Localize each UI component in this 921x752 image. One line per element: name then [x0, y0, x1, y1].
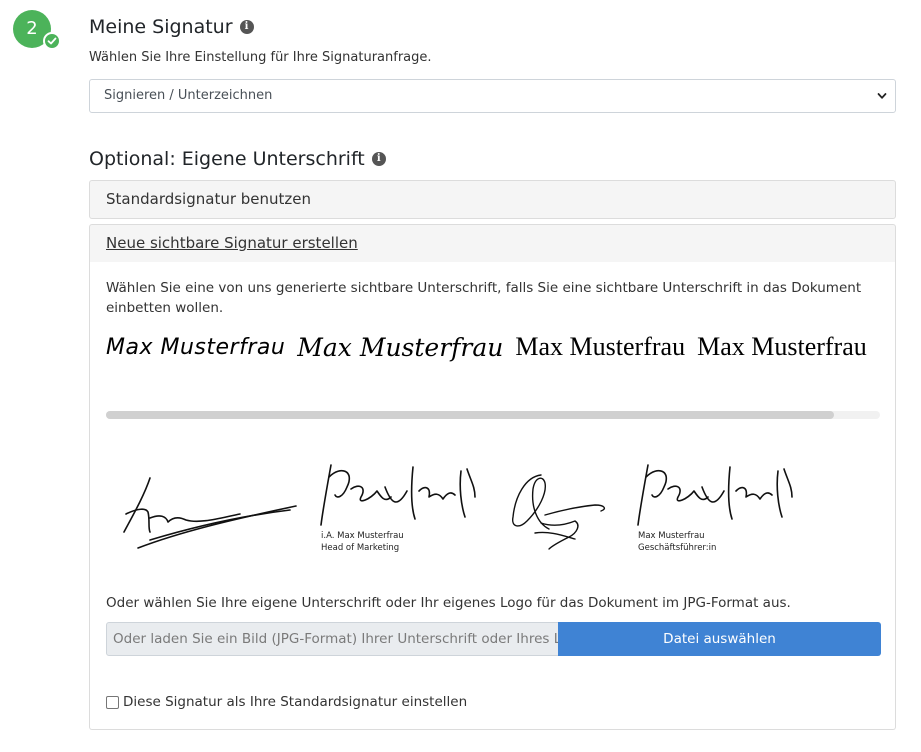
- check-icon: [43, 32, 61, 50]
- signature-mode-select[interactable]: Signieren / Unterzeichnen: [89, 79, 896, 113]
- upload-instruction: Oder wählen Sie Ihre eigene Unterschrift…: [106, 595, 791, 611]
- choose-file-button[interactable]: Datei auswählen: [558, 622, 881, 656]
- generated-signature-option[interactable]: Max Musterfrau: [515, 332, 685, 362]
- standard-signature-panel[interactable]: Standardsignatur benutzen: [89, 180, 896, 219]
- optional-signature-heading: Optional: Eigene Unterschrift i: [89, 148, 386, 170]
- handwritten-signature-option[interactable]: [120, 462, 300, 562]
- new-signature-label: Neue sichtbare Signatur erstellen: [106, 234, 358, 252]
- chevron-down-icon: [877, 93, 887, 99]
- info-icon[interactable]: i: [371, 152, 386, 166]
- my-signature-subtitle: Wählen Sie Ihre Einstellung für Ihre Sig…: [89, 50, 432, 65]
- signature-mode-value: Signieren / Unterzeichnen: [104, 88, 273, 103]
- default-signature-checkbox-label[interactable]: Diese Signatur als Ihre Standardsignatur…: [123, 694, 467, 710]
- upload-file-input[interactable]: Oder laden Sie ein Bild (JPG-Format) Ihr…: [106, 622, 559, 656]
- my-signature-title: Meine Signatur: [89, 16, 233, 38]
- new-signature-panel-body: Wählen Sie eine von uns generierte sicht…: [89, 262, 896, 730]
- generated-signature-option[interactable]: Max Musterfrau: [297, 333, 503, 362]
- signature-strip-scrollbar[interactable]: [106, 411, 880, 419]
- new-signature-panel-header[interactable]: Neue sichtbare Signatur erstellen: [89, 224, 896, 263]
- standard-signature-label: Standardsignatur benutzen: [106, 190, 312, 208]
- info-icon[interactable]: i: [239, 20, 254, 34]
- signature-caption-name: i.A. Max Musterfrau: [321, 531, 404, 541]
- signature-caption-role: Head of Marketing: [321, 543, 400, 553]
- generated-signature-description: Wählen Sie eine von uns generierte sicht…: [106, 280, 862, 316]
- signature-caption-name: Max Musterfrau: [638, 531, 705, 541]
- generated-signature-option[interactable]: Max Musterfrau: [697, 332, 867, 362]
- signature-caption-role: Geschäftsführer:in: [638, 543, 717, 553]
- my-signature-heading: Meine Signatur i: [89, 16, 254, 38]
- default-signature-checkbox[interactable]: [106, 695, 119, 709]
- generated-signature-option[interactable]: Max Musterfrau: [106, 335, 285, 360]
- optional-signature-title: Optional: Eigene Unterschrift: [89, 148, 365, 170]
- scrollbar-thumb[interactable]: [106, 411, 834, 419]
- default-signature-checkbox-row[interactable]: Diese Signatur als Ihre Standardsignatur…: [106, 694, 467, 710]
- handwritten-signature-option[interactable]: [632, 457, 802, 532]
- handwritten-signature-option[interactable]: [315, 457, 485, 532]
- handwritten-signature-option[interactable]: [505, 467, 610, 557]
- generated-signature-strip[interactable]: Max Musterfrau Max Musterfrau Max Musterfr…: [106, 332, 880, 378]
